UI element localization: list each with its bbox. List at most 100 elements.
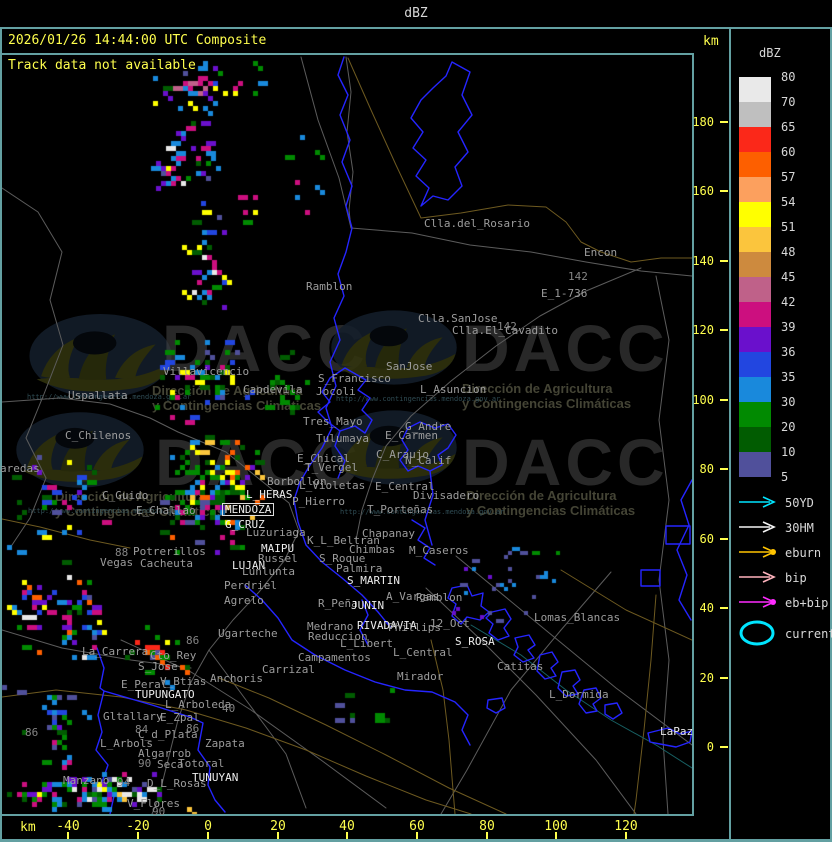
place-label: MENDOZA (222, 503, 274, 516)
scale-label: 35 (781, 370, 795, 384)
place-label: E_Carmen (385, 430, 438, 441)
scale-label: 57 (781, 170, 795, 184)
scale-label: 42 (781, 295, 795, 309)
place-label: Lomas_Blancas (534, 612, 620, 623)
place-label: Zapata (205, 738, 245, 749)
right-axis-tick (720, 677, 728, 679)
30HM-arrow-icon (737, 520, 781, 534)
place-label: Divisadero (413, 490, 479, 501)
eb+bip-arrow-icon (737, 595, 781, 609)
place-label: C_Guido (102, 490, 148, 501)
scale-label: 5 (781, 470, 788, 484)
place-label: Capdevila (243, 384, 303, 395)
scale-swatch (739, 402, 771, 427)
place-label: Perdriel (224, 580, 277, 591)
place-label: T_Porteñas (367, 504, 433, 515)
bip-arrow-icon (737, 570, 781, 584)
place-label: L_Libert (340, 638, 393, 649)
50YD-arrow-icon (737, 495, 781, 509)
route-label: 90 (152, 806, 165, 817)
scale-swatch (739, 127, 771, 152)
track-legend-label: 30HM (785, 521, 814, 535)
scale-swatch (739, 327, 771, 352)
place-label: Anchoris (210, 673, 263, 684)
place-label: Jocoli (316, 386, 356, 397)
place-label: S_ROSA (455, 636, 495, 647)
scale-label: 30 (781, 395, 795, 409)
radar-map: DACCDirección de Agricultura y Contingen… (0, 0, 694, 842)
place-label: Luzuriaga (246, 527, 306, 538)
place-label: Ramblon (416, 592, 462, 603)
scale-label: 60 (781, 145, 795, 159)
place-label: Ramblon (306, 281, 352, 292)
track-legend-label: eburn (785, 546, 821, 560)
place-label: S_MARTIN (347, 575, 400, 586)
place-label: Potrerillos (133, 546, 206, 557)
place-label: Catitas (497, 661, 543, 672)
place-label: C_Chilenos (65, 430, 131, 441)
scale-swatch (739, 77, 771, 102)
route-label: 90 (138, 758, 151, 769)
scale-swatch (739, 202, 771, 227)
place-label: 12_Oct (430, 618, 470, 629)
scale-label: 10 (781, 445, 795, 459)
place-label: JUNIN (351, 600, 384, 611)
right-axis-tick (720, 190, 728, 192)
place-label: T_Vergel (305, 462, 358, 473)
scale-label: 39 (781, 320, 795, 334)
place-label: L_Dormida (549, 689, 609, 700)
place-label: Clla.SanJose (418, 313, 497, 324)
right-axis-tick (720, 399, 728, 401)
radar-app-window: dBZ 2026/01/26 14:44:00 UTC Composite km… (0, 0, 832, 842)
scale-swatch (739, 352, 771, 377)
route-label: 86 (186, 635, 199, 646)
place-label: Gltallary (103, 711, 163, 722)
place-label: E_Challao (136, 505, 196, 516)
scale-swatch (739, 252, 771, 277)
place-label: Totoral (178, 758, 224, 769)
place-label: Vegas (100, 557, 133, 568)
track-legend-label: bip (785, 571, 807, 585)
scale-swatch (739, 102, 771, 127)
right-axis-tick (720, 329, 728, 331)
scale-label: 80 (781, 70, 795, 84)
place-label: V_Btias (160, 676, 206, 687)
right-axis-unit: km (703, 34, 719, 49)
right-axis-tick (720, 468, 728, 470)
place-label: L_Violetas (299, 480, 365, 491)
scale-swatch (739, 302, 771, 327)
scale-label: 54 (781, 195, 795, 209)
track-legend-label: 50YD (785, 496, 814, 510)
route-label: 94 (117, 777, 130, 788)
scale-label: 36 (781, 345, 795, 359)
place-label: Uspallata (68, 390, 128, 401)
place-label: Tulumaya (316, 433, 369, 444)
route-label: 40 (222, 703, 235, 714)
current-ellipse-icon (737, 618, 781, 648)
route-label: 86 (25, 727, 38, 738)
scale-label: 70 (781, 95, 795, 109)
scale-swatch (739, 227, 771, 252)
legend-panel: dBZ 807065605754514845423936353020105 50… (731, 29, 832, 841)
place-label: Agrelo (224, 595, 264, 606)
place-label: P_Hierro (292, 496, 345, 507)
place-label: TUNUYAN (192, 772, 238, 783)
scale-label: 48 (781, 245, 795, 259)
place-label: Carrizal (262, 664, 315, 675)
place-label: Cacheuta (140, 558, 193, 569)
place-label: Chapanay (362, 528, 415, 539)
scale-swatch (739, 152, 771, 177)
scale-label: 51 (781, 220, 795, 234)
place-label: Villavicencio (163, 366, 249, 377)
track-legend-label: eb+bip (785, 596, 828, 610)
place-label: La_Carrera (82, 646, 148, 657)
route-label: 142 (568, 271, 588, 282)
place-label: S_Jose (138, 661, 178, 672)
place-label: Clla.El_Cavadito (452, 325, 558, 336)
place-label: Mirador (397, 671, 443, 682)
right-axis-tick (720, 121, 728, 123)
place-label: Manzano (63, 775, 109, 786)
place-label: Encon (584, 247, 617, 258)
place-label: Palmira (336, 563, 382, 574)
right-axis-tick (720, 607, 728, 609)
